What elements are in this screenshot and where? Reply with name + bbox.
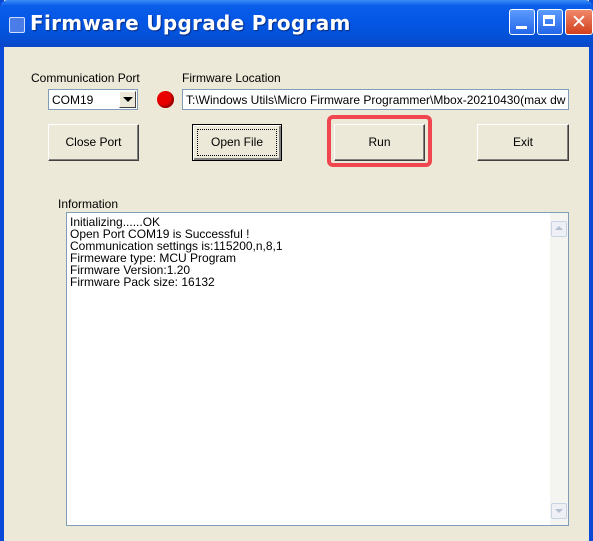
run-button-highlight: [327, 115, 432, 167]
communication-port-value: COM19: [52, 93, 94, 107]
status-indicator-icon: [157, 91, 174, 108]
maximize-icon: [543, 15, 555, 26]
communication-port-label: Communication Port: [31, 71, 140, 85]
open-file-button[interactable]: Open File: [192, 124, 282, 161]
firmware-location-label: Firmware Location: [182, 71, 281, 85]
maximize-button[interactable]: [537, 9, 563, 35]
chevron-up-icon: [555, 226, 563, 230]
chevron-down-icon: [123, 97, 133, 102]
chevron-down-icon: [555, 509, 563, 513]
focus-rectangle: [197, 129, 277, 156]
app-icon: [9, 17, 25, 33]
minimize-icon: [516, 26, 527, 29]
close-window-button[interactable]: ✕: [565, 9, 593, 35]
communication-port-select[interactable]: COM19: [48, 89, 138, 110]
scroll-down-button[interactable]: [551, 503, 567, 519]
title-bar[interactable]: Firmware Upgrade Program ✕: [0, 0, 593, 47]
window-title: Firmware Upgrade Program: [30, 11, 351, 35]
exit-button[interactable]: Exit: [477, 124, 569, 161]
scroll-up-button[interactable]: [551, 221, 567, 237]
information-log[interactable]: Initializing......OK Open Port COM19 is …: [66, 212, 569, 526]
firmware-location-field[interactable]: T:\Windows Utils\Micro Firmware Programm…: [182, 89, 569, 110]
log-line: Firmware Pack size: 16132: [70, 275, 215, 289]
firmware-location-value: T:\Windows Utils\Micro Firmware Programm…: [186, 93, 566, 107]
close-icon: ✕: [571, 11, 587, 33]
close-port-button[interactable]: Close Port: [48, 124, 139, 161]
dropdown-button[interactable]: [119, 91, 136, 108]
minimize-button[interactable]: [509, 9, 535, 35]
log-text: Initializing......OK Open Port COM19 is …: [70, 216, 283, 288]
information-label: Information: [58, 197, 119, 211]
vertical-scrollbar[interactable]: [550, 213, 568, 525]
